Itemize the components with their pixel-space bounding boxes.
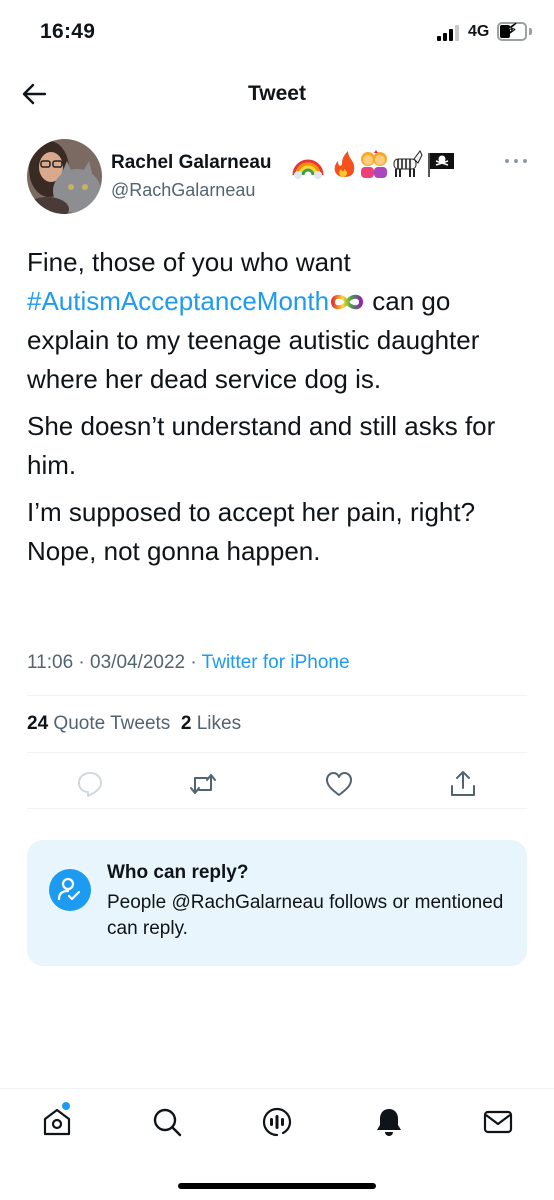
separator-dot: · xyxy=(73,652,91,673)
divider xyxy=(27,695,527,696)
tweet-date: 03/04/2022 xyxy=(90,652,186,673)
page-title: Tweet xyxy=(248,82,306,105)
notifications-icon xyxy=(377,1109,401,1136)
status-bar: 16:49 4G ⚡ xyxy=(0,0,554,66)
share-button[interactable] xyxy=(447,768,479,800)
share-icon xyxy=(451,771,475,796)
two-women-emoji xyxy=(361,150,387,178)
separator-dot: · xyxy=(185,652,202,673)
retweet-button[interactable] xyxy=(187,768,219,800)
author-name[interactable]: Rachel Galarneau xyxy=(111,152,272,174)
avatar[interactable] xyxy=(27,139,102,214)
tweet-time: 11:06 xyxy=(27,652,74,673)
more-horizontal-icon xyxy=(505,159,527,163)
more-button[interactable] xyxy=(503,154,529,168)
retweet-icon xyxy=(190,774,216,794)
tab-home[interactable] xyxy=(40,1105,74,1139)
likes-count: 2 xyxy=(180,713,192,734)
rainbow-emoji xyxy=(292,159,324,179)
reply-button[interactable] xyxy=(74,768,106,800)
zebra-emoji xyxy=(393,150,423,177)
home-icon xyxy=(43,1108,71,1136)
reply-restriction-title: Who can reply? xyxy=(107,862,249,883)
hashtag-link[interactable]: #AutismAcceptanceMonth xyxy=(27,286,329,316)
tab-messages[interactable] xyxy=(481,1105,515,1139)
divider xyxy=(27,808,527,809)
heart-icon xyxy=(326,772,352,796)
author-emojis xyxy=(292,147,458,179)
pirate-flag-emoji xyxy=(428,153,454,177)
signal-icon xyxy=(437,25,463,41)
mention-person-icon xyxy=(49,869,91,911)
tweet-meta: 11:06 · 03/04/2022 · Twitter for iPhone xyxy=(27,652,350,674)
reply-icon xyxy=(78,772,102,797)
tweet-paragraph-2: She doesn’t understand and still asks fo… xyxy=(27,411,496,480)
tweet-text-segment: Fine, those of you who want xyxy=(27,247,351,277)
reply-restriction-text: People @RachGalarneau follows or mention… xyxy=(107,892,504,939)
tweet-text: Fine, those of you who want #AutismAccep… xyxy=(27,243,527,579)
quote-tweets-count: 24 xyxy=(27,713,49,734)
tweet-paragraph-1: Fine, those of you who want #AutismAccep… xyxy=(27,243,527,399)
home-indicator[interactable] xyxy=(178,1183,376,1189)
fire-emoji xyxy=(334,151,355,177)
messages-icon xyxy=(483,1110,513,1134)
like-button[interactable] xyxy=(323,768,355,800)
reply-restriction-box: Who can reply? People @RachGalarneau fol… xyxy=(27,840,527,966)
tweet-stats: 24 Quote Tweets 2 Likes xyxy=(27,713,241,735)
status-time: 16:49 xyxy=(40,20,96,43)
tab-notifications[interactable] xyxy=(372,1105,406,1139)
divider xyxy=(27,752,527,753)
search-icon xyxy=(153,1108,182,1137)
battery-cap xyxy=(529,28,532,35)
tweet-source-link[interactable]: Twitter for iPhone xyxy=(202,652,350,673)
home-unread-dot xyxy=(62,1102,70,1110)
battery-icon: ⚡ xyxy=(497,22,527,41)
author-handle[interactable]: @RachGalarneau xyxy=(111,180,255,201)
likes-label: Likes xyxy=(196,713,242,734)
header: Tweet xyxy=(0,66,554,122)
likes-stat[interactable]: 2 Likes xyxy=(181,713,241,734)
tweet-paragraph-3: I’m supposed to accept her pain, right? … xyxy=(27,497,476,566)
tab-spaces[interactable] xyxy=(260,1105,294,1139)
infinity-emoji xyxy=(331,294,364,310)
network-label: 4G xyxy=(468,23,490,40)
spaces-icon xyxy=(262,1107,292,1137)
quote-tweets-label: Quote Tweets xyxy=(53,713,171,734)
quote-tweets-stat[interactable]: 24 Quote Tweets xyxy=(27,713,170,734)
tab-search[interactable] xyxy=(150,1105,184,1139)
